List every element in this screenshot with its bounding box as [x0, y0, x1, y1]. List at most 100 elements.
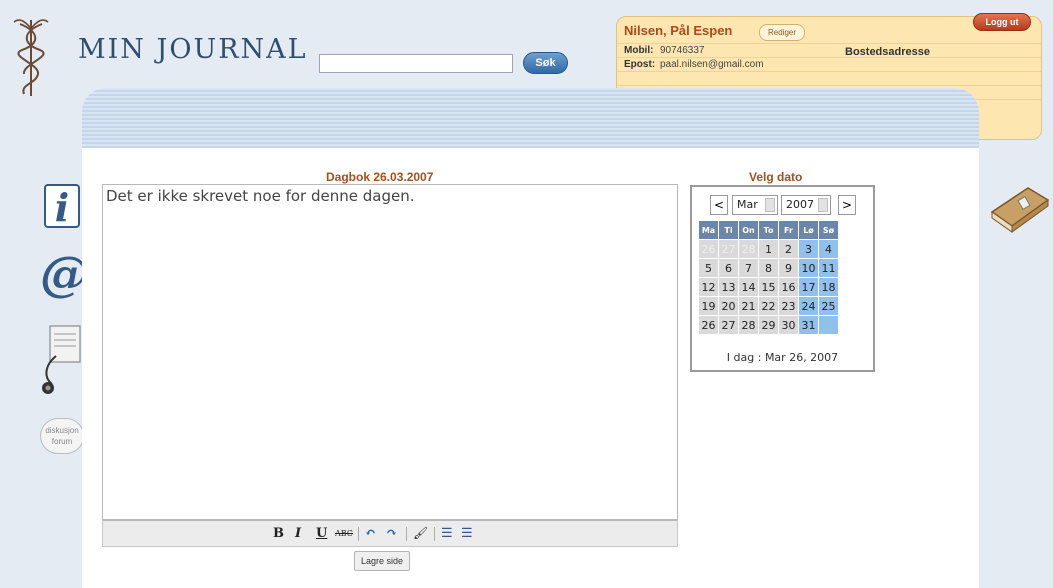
diary-content[interactable]: Det er ikke skrevet noe for denne dagen. — [106, 187, 415, 205]
year-value: 2007 — [786, 198, 814, 211]
calendar-day[interactable]: 8 — [758, 258, 779, 278]
calendar-day[interactable]: 27 — [718, 315, 739, 335]
calendar-empty-cell — [818, 315, 839, 335]
calendar-day[interactable]: 24 — [798, 296, 819, 316]
weekday-label: Ma — [698, 220, 719, 240]
user-name: Nilsen, Pål Espen — [624, 23, 733, 38]
italic-button[interactable]: I — [295, 526, 301, 541]
calendar-day[interactable]: 18 — [818, 277, 839, 297]
calendar-day[interactable]: 23 — [778, 296, 799, 316]
calendar-week-row: 19 20 21 22 23 24 25 — [698, 296, 839, 316]
calendar-day[interactable]: 22 — [758, 296, 779, 316]
calendar-day[interactable]: 7 — [738, 258, 759, 278]
save-page-button[interactable]: Lagre side — [354, 551, 411, 571]
calendar-day[interactable]: 10 — [798, 258, 819, 278]
calendar-day[interactable]: 3 — [798, 239, 819, 259]
calendar-day[interactable]: 20 — [718, 296, 739, 316]
calendar-day[interactable]: 17 — [798, 277, 819, 297]
calendar-day[interactable]: 9 — [778, 258, 799, 278]
search-button[interactable]: Søk — [523, 52, 568, 74]
calendar-day[interactable]: 19 — [698, 296, 719, 316]
calendar-day[interactable]: 13 — [718, 277, 739, 297]
mobile-label: Mobil: — [624, 45, 654, 56]
calendar-day[interactable]: 21 — [738, 296, 759, 316]
caduceus-logo-icon — [13, 19, 49, 96]
app-title: MIN JOURNAL — [78, 34, 308, 65]
edit-profile-button[interactable]: Rediger — [759, 24, 806, 41]
diary-editor[interactable]: Det er ikke skrevet noe for denne dagen. — [102, 184, 678, 520]
card-divider — [617, 57, 1041, 58]
calendar: < Mar 2007 > Ma Ti On To Fr Lø Sø 26 27 … — [690, 185, 875, 372]
main-panel: Dagbok 26.03.2007 Det er ikke skrevet no… — [82, 88, 979, 588]
calendar-week-row: 12 13 14 15 16 17 18 — [698, 277, 839, 297]
today-label[interactable]: I dag : Mar 26, 2007 — [692, 351, 873, 364]
bold-button[interactable]: B — [273, 526, 284, 541]
next-month-button[interactable]: > — [838, 195, 856, 215]
medical-record-icon[interactable] — [36, 322, 84, 400]
bullet-list-icon[interactable]: ☰ — [441, 526, 453, 541]
toolbar-separator — [434, 527, 435, 541]
calendar-week-row: 26 27 28 29 30 31 — [698, 315, 839, 335]
mobile-value: 90746337 — [660, 45, 705, 56]
calendar-day[interactable]: 15 — [758, 277, 779, 297]
calendar-day[interactable]: 26 — [698, 239, 719, 259]
calendar-day[interactable]: 1 — [758, 239, 779, 259]
weekday-label: Lø — [798, 220, 819, 240]
clean-format-icon[interactable]: 🖌 — [413, 526, 428, 540]
forum-icon[interactable]: diskusjon forum — [40, 418, 84, 454]
calendar-day[interactable]: 6 — [718, 258, 739, 278]
calendar-title: Velg dato — [749, 170, 803, 184]
diary-title: Dagbok 26.03.2007 — [326, 170, 434, 184]
undo-icon[interactable]: ↶ — [365, 526, 376, 541]
calendar-day[interactable]: 30 — [778, 315, 799, 335]
calendar-day[interactable]: 28 — [738, 239, 759, 259]
calendar-day[interactable]: 12 — [698, 277, 719, 297]
strikethrough-button[interactable]: ABC — [335, 529, 353, 538]
weekday-label: Sø — [818, 220, 839, 240]
calendar-day[interactable]: 14 — [738, 277, 759, 297]
editor-toolbar: B I U ABC ↶ ↷ 🖌 ☰ ☰ — [102, 520, 678, 547]
email-value: paal.nilsen@gmail.com — [660, 59, 764, 70]
year-select[interactable]: 2007 — [781, 195, 831, 215]
card-divider — [617, 71, 1041, 72]
calendar-day[interactable]: 29 — [758, 315, 779, 335]
calendar-day[interactable]: 4 — [818, 239, 839, 259]
calendar-day[interactable]: 27 — [718, 239, 739, 259]
toolbar-separator — [406, 527, 407, 541]
search-input[interactable] — [319, 54, 513, 73]
calendar-day[interactable]: 25 — [818, 296, 839, 316]
toolbar-separator — [358, 527, 359, 541]
chevron-down-icon — [765, 198, 775, 212]
book-icon[interactable] — [988, 182, 1050, 234]
calendar-day[interactable]: 5 — [698, 258, 719, 278]
card-divider — [617, 43, 1041, 44]
email-label: Epost: — [624, 59, 656, 70]
weekday-label: Fr — [778, 220, 799, 240]
weekday-label: Ti — [718, 220, 739, 240]
calendar-days: 26 27 28 1 2 3 4 5 6 7 8 9 10 11 12 13 14 15 16 17 18 19 20 21 2… — [698, 239, 839, 335]
calendar-day[interactable]: 2 — [778, 239, 799, 259]
panel-header — [82, 88, 979, 148]
calendar-week-row: 5 6 7 8 9 10 11 — [698, 258, 839, 278]
email-at-icon[interactable]: @ — [40, 250, 88, 298]
chevron-down-icon — [818, 198, 828, 212]
weekday-label: On — [738, 220, 759, 240]
calendar-day[interactable]: 16 — [778, 277, 799, 297]
calendar-day[interactable]: 28 — [738, 315, 759, 335]
month-value: Mar — [737, 198, 758, 211]
weekday-label: To — [758, 220, 779, 240]
month-select[interactable]: Mar — [732, 195, 778, 215]
redo-icon[interactable]: ↷ — [386, 526, 397, 541]
calendar-week-row: 26 27 28 1 2 3 4 — [698, 239, 839, 259]
card-divider — [617, 85, 1041, 86]
weekday-row: Ma Ti On To Fr Lø Sø — [698, 220, 839, 240]
underline-button[interactable]: U — [316, 526, 327, 541]
info-icon[interactable]: i — [44, 184, 80, 230]
prev-month-button[interactable]: < — [710, 195, 728, 215]
calendar-day[interactable]: 26 — [698, 315, 719, 335]
numbered-list-icon[interactable]: ☰ — [461, 526, 473, 541]
calendar-day[interactable]: 31 — [798, 315, 819, 335]
calendar-day[interactable]: 11 — [818, 258, 839, 278]
address-label: Bostedsadresse — [845, 46, 930, 58]
logout-button[interactable]: Logg ut — [973, 13, 1031, 31]
